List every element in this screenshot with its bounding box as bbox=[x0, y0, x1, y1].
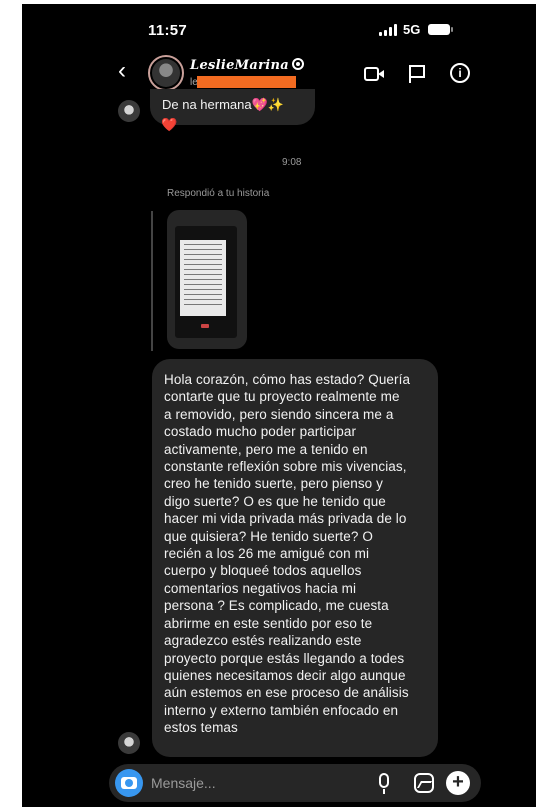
message-line: quienes necesitamos decir algo aunque bbox=[164, 667, 406, 683]
message-line: comentarios negativos hacia mi bbox=[164, 580, 357, 596]
message-line: contarte que tu proyecto realmente me bbox=[164, 389, 400, 405]
microphone-icon[interactable] bbox=[379, 773, 389, 794]
story-text-image bbox=[180, 240, 226, 316]
message-line: interno y externo también enfocado en bbox=[164, 702, 399, 718]
message-line: proyecto porque estás llegando a todes bbox=[164, 650, 405, 666]
message-line: digo suerte? O es que he tenido que bbox=[164, 493, 386, 509]
story-emoji bbox=[201, 324, 209, 328]
message-line: a removido, pero siendo sincera me a bbox=[164, 406, 394, 422]
network-type: 5G bbox=[403, 22, 421, 37]
message-line: abrirme en este sentido por eso te bbox=[164, 615, 373, 631]
status-time: 11:57 bbox=[148, 22, 188, 39]
message-line: que quisiera? He tenido suerte? O bbox=[164, 528, 373, 544]
contact-name[interactable]: LeslieMarina bbox=[190, 58, 289, 73]
camera-icon[interactable] bbox=[115, 769, 143, 797]
message-line: constante reflexión sobre mis vivencias, bbox=[164, 459, 407, 475]
plus-icon[interactable]: + bbox=[446, 771, 470, 795]
heart-reaction[interactable]: ❤️ bbox=[161, 117, 177, 133]
video-call-icon[interactable] bbox=[364, 67, 384, 81]
message-line: estos temas bbox=[164, 720, 238, 736]
status-indicators: 5G bbox=[379, 22, 454, 37]
battery-icon bbox=[428, 24, 454, 35]
chevron-left-icon[interactable]: ‹ bbox=[118, 59, 126, 83]
story-reply-label: Respondió a tu historia bbox=[167, 188, 270, 199]
message-line: agradezco estés realizando este bbox=[164, 633, 362, 649]
phone-screen: 11:57 5G ‹ LeslieMarina le i De na herma… bbox=[22, 4, 536, 807]
message-line: persona ? Es complicado, me cuesta bbox=[164, 598, 389, 614]
message-input[interactable]: Mensaje... bbox=[151, 775, 216, 791]
message-line: costado mucho poder participar bbox=[164, 424, 357, 440]
message-line: hacer mi vida privada más privada de lo bbox=[164, 511, 407, 527]
message-composer[interactable]: Mensaje... + bbox=[109, 764, 481, 802]
info-icon[interactable]: i bbox=[450, 63, 470, 83]
message-line: recién a los 26 me amigué con mi bbox=[164, 546, 370, 562]
message-text: De na hermana💖✨ bbox=[162, 97, 284, 112]
message-line: aún estemos en ese proceso de análisis bbox=[164, 685, 409, 701]
message-line: activamente, pero me a tenido en bbox=[164, 441, 368, 457]
redaction-bar bbox=[197, 76, 296, 88]
flag-icon[interactable] bbox=[409, 65, 425, 83]
sender-avatar bbox=[118, 100, 140, 122]
sender-avatar bbox=[118, 732, 140, 754]
gallery-icon[interactable] bbox=[414, 773, 434, 793]
story-preview bbox=[175, 226, 237, 338]
avatar-image bbox=[152, 59, 180, 87]
message-text-block: Hola corazón, cómo has estado? Quería con… bbox=[164, 371, 428, 737]
message-line: Hola corazón, cómo has estado? Quería bbox=[164, 372, 411, 387]
verified-gear-icon bbox=[292, 58, 304, 70]
reply-indicator-bar bbox=[151, 211, 153, 351]
signal-icon bbox=[379, 23, 397, 36]
message-line: creo he tenido suerte, pero pienso y bbox=[164, 476, 383, 492]
message-line: cuerpo y bloqueé todos aquellos bbox=[164, 563, 362, 579]
story-thumbnail[interactable] bbox=[167, 210, 247, 349]
contact-avatar[interactable] bbox=[148, 55, 184, 91]
message-bubble-long[interactable]: Hola corazón, cómo has estado? Quería con… bbox=[152, 359, 438, 757]
message-timestamp: 9:08 bbox=[282, 157, 302, 168]
